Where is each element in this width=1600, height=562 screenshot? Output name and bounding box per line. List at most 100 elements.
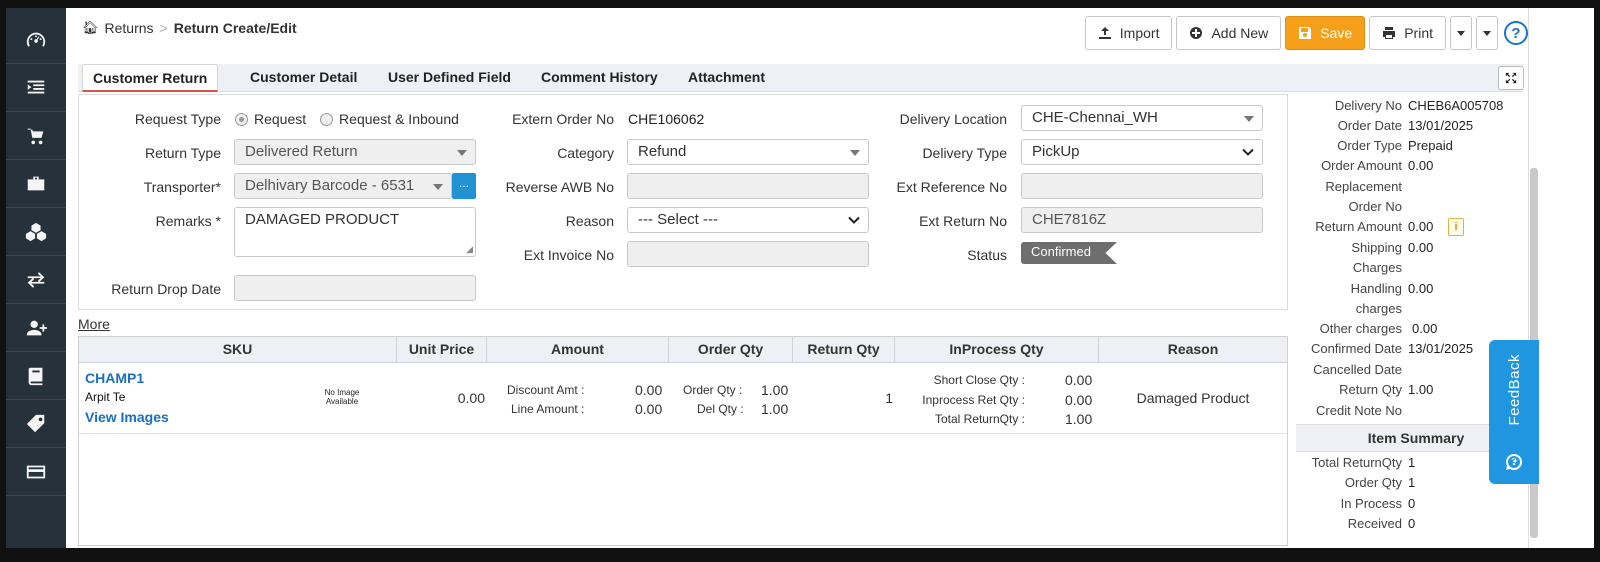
sku-link[interactable]: CHAMP1 bbox=[85, 370, 144, 386]
card-icon[interactable] bbox=[6, 448, 66, 496]
return-drop-date-input[interactable] bbox=[234, 275, 476, 301]
chevron-down-icon bbox=[1457, 30, 1465, 36]
col-amount: Amount bbox=[487, 337, 669, 363]
category-label: Category bbox=[557, 145, 614, 161]
tab-customer-return[interactable]: Customer Return bbox=[82, 64, 219, 92]
extern-order-value: CHE106062 bbox=[628, 111, 705, 127]
return-items-table: SKU Unit Price Amount Order Qty Return Q… bbox=[78, 336, 1288, 546]
reverse-awb-input[interactable] bbox=[627, 173, 869, 199]
line-amount-value: 0.00 bbox=[635, 401, 663, 417]
breadcrumb-separator: > bbox=[159, 20, 168, 36]
view-images-link[interactable]: View Images bbox=[85, 409, 169, 425]
in-process-label: In Process bbox=[1340, 496, 1402, 511]
handling-value: 0.00 bbox=[1408, 281, 1434, 296]
request-inbound-radio[interactable] bbox=[320, 113, 334, 126]
total-return-qty-value: 1.00 bbox=[1065, 411, 1093, 427]
print-button[interactable]: Print bbox=[1369, 16, 1446, 50]
summary-order-qty-label: Order Qty bbox=[1344, 475, 1402, 490]
add-new-button[interactable]: Add New bbox=[1176, 16, 1282, 50]
in-process-value: 0 bbox=[1408, 496, 1416, 511]
total-return-qty-value: 1 bbox=[1408, 455, 1416, 470]
order-date-label: Order Date bbox=[1337, 118, 1402, 133]
more-link[interactable]: More bbox=[78, 316, 110, 332]
return-qty-value: 1.00 bbox=[1408, 382, 1434, 397]
info-icon[interactable]: i bbox=[1448, 218, 1464, 236]
breadcrumb-home[interactable]: Returns bbox=[105, 20, 154, 36]
transporter-select[interactable]: Delhivary Barcode - 6531 bbox=[234, 173, 452, 199]
return-type-select[interactable]: Delivered Return bbox=[234, 139, 476, 165]
del-qty-label: Del Qty : bbox=[697, 402, 744, 416]
remarks-value: DAMAGED PRODUCT bbox=[245, 211, 400, 228]
del-qty-value: 1.00 bbox=[761, 401, 789, 417]
tag-icon[interactable] bbox=[6, 400, 66, 448]
return-drop-date-label: Return Drop Date bbox=[111, 281, 221, 297]
col-unit-price: Unit Price bbox=[397, 337, 487, 363]
delivery-location-value: CHE-Chennai_WH bbox=[1032, 109, 1158, 126]
ext-return-input[interactable]: CHE7816Z bbox=[1021, 207, 1263, 233]
customer-return-form: Request Type Request Request & Inbound R… bbox=[78, 94, 1288, 310]
transfer-icon[interactable] bbox=[6, 256, 66, 304]
category-select[interactable]: Refund bbox=[627, 139, 869, 165]
save-button[interactable]: Save bbox=[1285, 16, 1366, 50]
chat-bubble-icon bbox=[1506, 453, 1523, 470]
col-order-qty: Order Qty bbox=[669, 337, 793, 363]
shipping-label: Shipping bbox=[1351, 240, 1402, 255]
expand-icon bbox=[1505, 72, 1517, 84]
return-type-label: Return Type bbox=[144, 145, 221, 161]
ext-invoice-input[interactable] bbox=[627, 241, 869, 267]
delivery-type-label: Delivery Type bbox=[922, 145, 1007, 161]
total-return-qty-label: Total ReturnQty bbox=[1311, 455, 1402, 470]
no-image-line-2: Available bbox=[325, 397, 359, 406]
feedback-tab[interactable]: FeedBack bbox=[1489, 340, 1539, 484]
transporter-value: Delhivary Barcode - 6531 bbox=[245, 177, 415, 194]
short-close-qty-value: 0.00 bbox=[1065, 372, 1093, 388]
breadcrumb-current: Return Create/Edit bbox=[173, 20, 297, 36]
delivery-type-select[interactable]: PickUp bbox=[1021, 139, 1263, 165]
tab-attachment[interactable]: Attachment bbox=[678, 64, 775, 92]
expand-button[interactable] bbox=[1498, 66, 1524, 90]
upload-icon bbox=[1098, 27, 1111, 39]
ext-reference-input[interactable] bbox=[1021, 173, 1263, 199]
briefcase-icon[interactable] bbox=[6, 160, 66, 208]
cancelled-date-label: Cancelled Date bbox=[1313, 362, 1402, 377]
tab-user-defined-field[interactable]: User Defined Field bbox=[378, 64, 521, 92]
confirmed-date-label: Confirmed Date bbox=[1310, 341, 1402, 356]
reverse-awb-label: Reverse AWB No bbox=[505, 179, 614, 195]
boxes-icon[interactable] bbox=[6, 208, 66, 256]
col-sku: SKU bbox=[79, 337, 397, 363]
delivery-type-value: PickUp bbox=[1032, 143, 1080, 160]
inbound-list-icon[interactable] bbox=[6, 64, 66, 112]
delivery-location-select[interactable]: CHE-Chennai_WH bbox=[1021, 105, 1263, 131]
reason-select[interactable]: --- Select --- bbox=[627, 207, 869, 233]
request-radio[interactable] bbox=[235, 113, 248, 126]
print-dropdown-button[interactable] bbox=[1450, 16, 1472, 50]
credit-note-label: Credit Note No bbox=[1316, 403, 1402, 418]
caret-down-icon bbox=[433, 184, 443, 190]
order-qty-label: Order Qty : bbox=[683, 383, 743, 397]
help-icon[interactable]: ? bbox=[1504, 21, 1528, 45]
short-close-qty-label: Short Close Qty : bbox=[933, 373, 1025, 387]
return-type-value: Delivered Return bbox=[245, 143, 358, 160]
order-qty-value: 1.00 bbox=[761, 382, 789, 398]
import-button[interactable]: Import bbox=[1084, 16, 1173, 50]
dashboard-icon[interactable] bbox=[6, 16, 66, 64]
reason-label: Reason bbox=[565, 213, 614, 229]
more-dropdown-button[interactable] bbox=[1476, 16, 1498, 50]
tab-comment-history[interactable]: Comment History bbox=[531, 64, 668, 92]
ext-return-label: Ext Return No bbox=[919, 213, 1007, 229]
caret-down-icon bbox=[1244, 116, 1254, 122]
cart-icon[interactable] bbox=[6, 112, 66, 160]
tab-customer-detail[interactable]: Customer Detail bbox=[240, 64, 367, 92]
delivery-no-label: Delivery No bbox=[1334, 98, 1402, 113]
chevron-down-icon bbox=[848, 216, 860, 224]
remarks-textarea[interactable]: DAMAGED PRODUCT ◢ bbox=[234, 207, 476, 257]
book-icon[interactable] bbox=[6, 352, 66, 400]
app-frame: 🏠︎ Returns > Return Create/Edit Import A… bbox=[0, 0, 1600, 562]
transporter-lookup-button[interactable]: ... bbox=[452, 173, 476, 199]
feedback-label: FeedBack bbox=[1505, 354, 1523, 426]
plus-circle-icon bbox=[1190, 27, 1203, 39]
return-qty-value: 1 bbox=[885, 390, 893, 406]
reason-value: --- Select --- bbox=[638, 211, 718, 228]
add-user-icon[interactable] bbox=[6, 304, 66, 352]
resize-handle-icon: ◢ bbox=[466, 244, 473, 254]
